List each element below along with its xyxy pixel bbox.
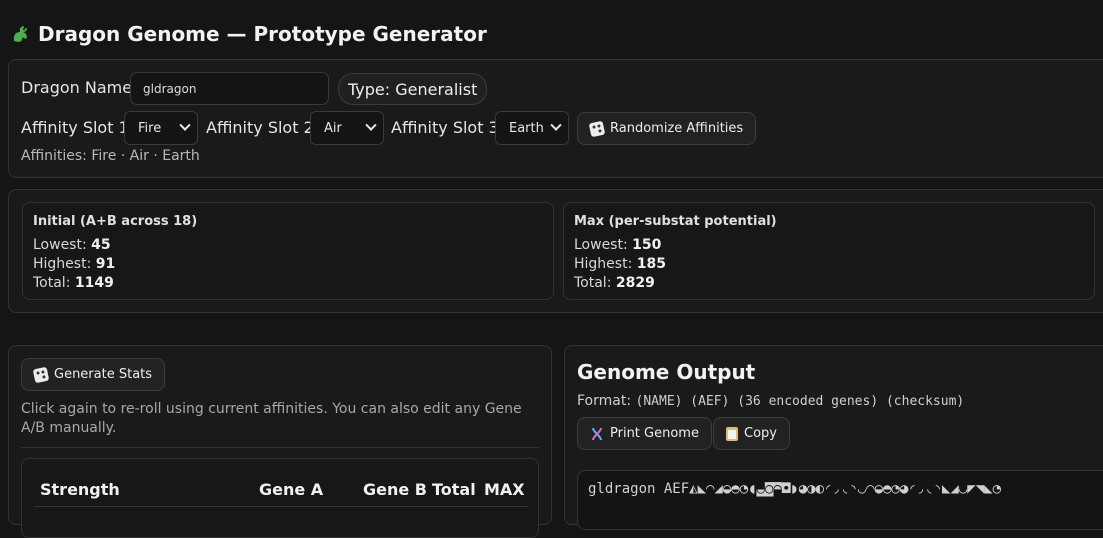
table-header-divider: [34, 506, 528, 507]
chevron-down-icon: [365, 119, 377, 131]
summary-panel: Initial (A+B across 18) Lowest: 45 Highe…: [8, 189, 1103, 313]
genome-panel: Genome Output Format: (NAME) (AEF) (36 e…: [564, 345, 1103, 530]
dragon-name-input[interactable]: gldragon: [130, 72, 329, 105]
max-highest: Highest: 185: [574, 256, 666, 272]
print-genome-label: Print Genome: [610, 426, 699, 441]
format-line: Format: (NAME) (AEF) (36 encoded genes) …: [577, 393, 964, 409]
generate-stats-button[interactable]: Generate Stats: [21, 358, 166, 391]
chevron-down-icon: [179, 119, 191, 131]
stats-panel: Generate Stats Click again to re-roll us…: [8, 345, 552, 538]
initial-lowest: Lowest: 45: [33, 237, 111, 253]
dice-icon: [588, 120, 606, 137]
type-badge: Type: Generalist: [338, 73, 488, 105]
genome-output-text: gldragon AEF◭◣◠◢◒◓◔◖◛◙◚◘◗◕◑◐◜◞◟◝◡◠◒◓◔◕◜◞…: [588, 481, 1002, 497]
dragon-icon: [10, 23, 32, 45]
affinity-slot-1-value: Fire: [138, 120, 162, 136]
config-panel: Dragon Name gldragon Type: Generalist Af…: [8, 59, 1103, 178]
chevron-down-icon: [550, 119, 562, 131]
copy-label: Copy: [744, 426, 777, 441]
initial-highest: Highest: 91: [33, 256, 116, 272]
generate-stats-label: Generate Stats: [54, 367, 153, 382]
app-title: Dragon Genome — Prototype Generator: [38, 22, 487, 46]
initial-total: Total: 1149: [33, 275, 114, 291]
affinity-slot-3-select[interactable]: Earth: [495, 111, 569, 145]
format-value: (NAME) (AEF) (36 encoded genes) (checksu…: [635, 394, 965, 409]
affinity-slot-2-select[interactable]: Air: [310, 111, 384, 145]
max-lowest: Lowest: 150: [574, 237, 662, 253]
dna-icon: [590, 427, 604, 441]
column-header-gene-b: Gene B: [363, 480, 427, 499]
column-header-total: Total: [432, 480, 476, 499]
randomize-affinities-label: Randomize Affinities: [610, 121, 744, 136]
clipboard-icon: [726, 426, 738, 441]
format-label: Format:: [577, 393, 632, 409]
divider: [21, 447, 539, 448]
affinities-summary: Affinities: Fire · Air · Earth: [21, 148, 200, 164]
column-header-gene-a: Gene A: [259, 480, 324, 499]
initial-summary-title: Initial (A+B across 18): [33, 214, 198, 229]
affinity-slot-3-value: Earth: [509, 120, 544, 136]
genome-output-title: Genome Output: [577, 360, 756, 384]
genome-output-box[interactable]: gldragon AEF◭◣◠◢◒◓◔◖◛◙◚◘◗◕◑◐◜◞◟◝◡◠◒◓◔◕◜◞…: [577, 470, 1103, 530]
affinity-slot-3-label: Affinity Slot 3: [391, 118, 499, 137]
initial-summary-card: Initial (A+B across 18) Lowest: 45 Highe…: [22, 202, 554, 300]
max-total: Total: 2829: [574, 275, 655, 291]
affinity-slot-2-value: Air: [324, 120, 342, 136]
column-header-strength: Strength: [40, 480, 120, 499]
stats-table: Strength Gene A Gene B Total MAX: [21, 458, 539, 538]
copy-button[interactable]: Copy: [713, 417, 790, 450]
affinity-slot-1-select[interactable]: Fire: [124, 111, 198, 145]
print-genome-button[interactable]: Print Genome: [577, 417, 712, 450]
max-summary-title: Max (per-substat potential): [574, 214, 777, 229]
stats-help-text: Click again to re-roll using current aff…: [21, 401, 522, 436]
page-title: Dragon Genome — Prototype Generator: [10, 20, 487, 48]
affinity-slot-1-label: Affinity Slot 1: [21, 118, 129, 137]
dice-icon: [32, 366, 50, 383]
dragon-name-label: Dragon Name: [21, 78, 133, 97]
affinity-slot-2-label: Affinity Slot 2: [206, 118, 314, 137]
randomize-affinities-button[interactable]: Randomize Affinities: [577, 112, 757, 145]
column-header-max: MAX: [484, 480, 525, 499]
max-summary-card: Max (per-substat potential) Lowest: 150 …: [563, 202, 1095, 300]
